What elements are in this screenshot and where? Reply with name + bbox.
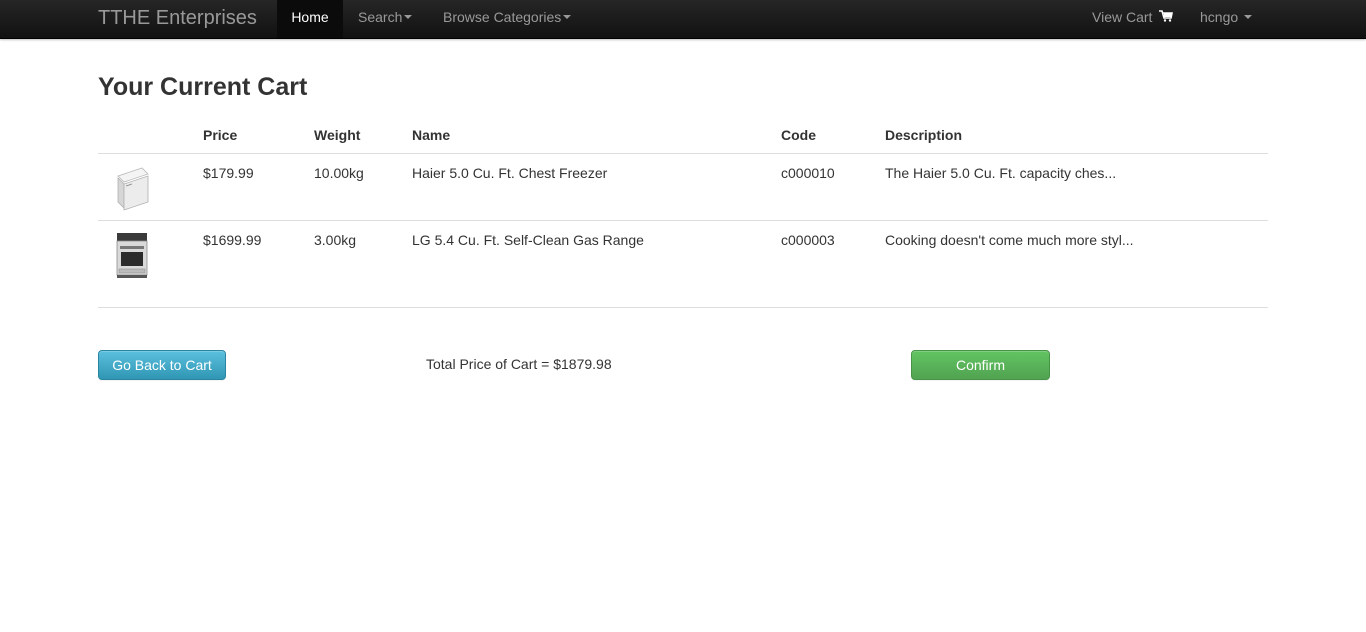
confirm-purchase-button[interactable]: Confirm Purchase <box>911 350 1050 401</box>
column-header-weight: Weight <box>314 127 361 143</box>
cart-table: Price Weight Name Code Description $179.… <box>98 120 1268 308</box>
caret-down-icon <box>1244 15 1253 20</box>
nav-home[interactable]: Home <box>277 0 343 38</box>
item-code: c000003 <box>781 232 835 248</box>
item-weight: 3.00kg <box>314 232 357 248</box>
go-back-to-cart-button[interactable]: Go Back to Cart <box>98 350 226 380</box>
nav-view-cart-label: View Cart <box>1092 9 1153 25</box>
nav-browse-categories-dropdown[interactable]: Browse Categories <box>443 0 572 38</box>
cart-total-price: Total Price of Cart = $1879.98 <box>426 356 612 372</box>
table-row: $1699.99 3.00kg LG 5.4 Cu. Ft. Self-Clea… <box>98 221 1268 308</box>
nav-user-dropdown[interactable]: hcngo <box>1200 0 1253 38</box>
item-name: Haier 5.0 Cu. Ft. Chest Freezer <box>412 165 608 181</box>
page-title: Your Current Cart <box>98 73 308 101</box>
item-weight: 10.00kg <box>314 165 364 181</box>
item-price: $179.99 <box>203 165 254 181</box>
nav-view-cart[interactable]: View Cart <box>1092 0 1174 38</box>
brand-link[interactable]: TTHE Enterprises <box>98 0 257 38</box>
table-row: $179.99 10.00kg Haier 5.0 Cu. Ft. Chest … <box>98 154 1268 221</box>
caret-down-icon <box>563 15 572 20</box>
shopping-cart-icon <box>1159 10 1174 22</box>
column-header-name: Name <box>412 127 451 143</box>
item-code: c000010 <box>781 165 835 181</box>
item-name: LG 5.4 Cu. Ft. Self-Clean Gas Range <box>412 232 644 248</box>
nav-browse-categories-label: Browse Categories <box>443 9 562 25</box>
column-header-price: Price <box>203 127 238 143</box>
caret-down-icon <box>404 15 413 20</box>
top-navbar: TTHE Enterprises Home Search Browse Cate… <box>0 0 1366 39</box>
item-description: The Haier 5.0 Cu. Ft. capacity ches... <box>885 165 1117 181</box>
nav-search-dropdown[interactable]: Search <box>358 0 413 38</box>
nav-search-label: Search <box>358 9 403 25</box>
gas-range-image <box>116 233 148 278</box>
column-header-code: Code <box>781 127 816 143</box>
nav-user-label: hcngo <box>1200 9 1239 25</box>
item-description: Cooking doesn't come much more styl... <box>885 232 1134 248</box>
column-header-description: Description <box>885 127 963 143</box>
nav-home-label: Home <box>291 9 329 25</box>
chest-freezer-image <box>117 167 149 211</box>
table-header: Price Weight Name Code Description <box>98 120 1268 154</box>
item-price: $1699.99 <box>203 232 262 248</box>
